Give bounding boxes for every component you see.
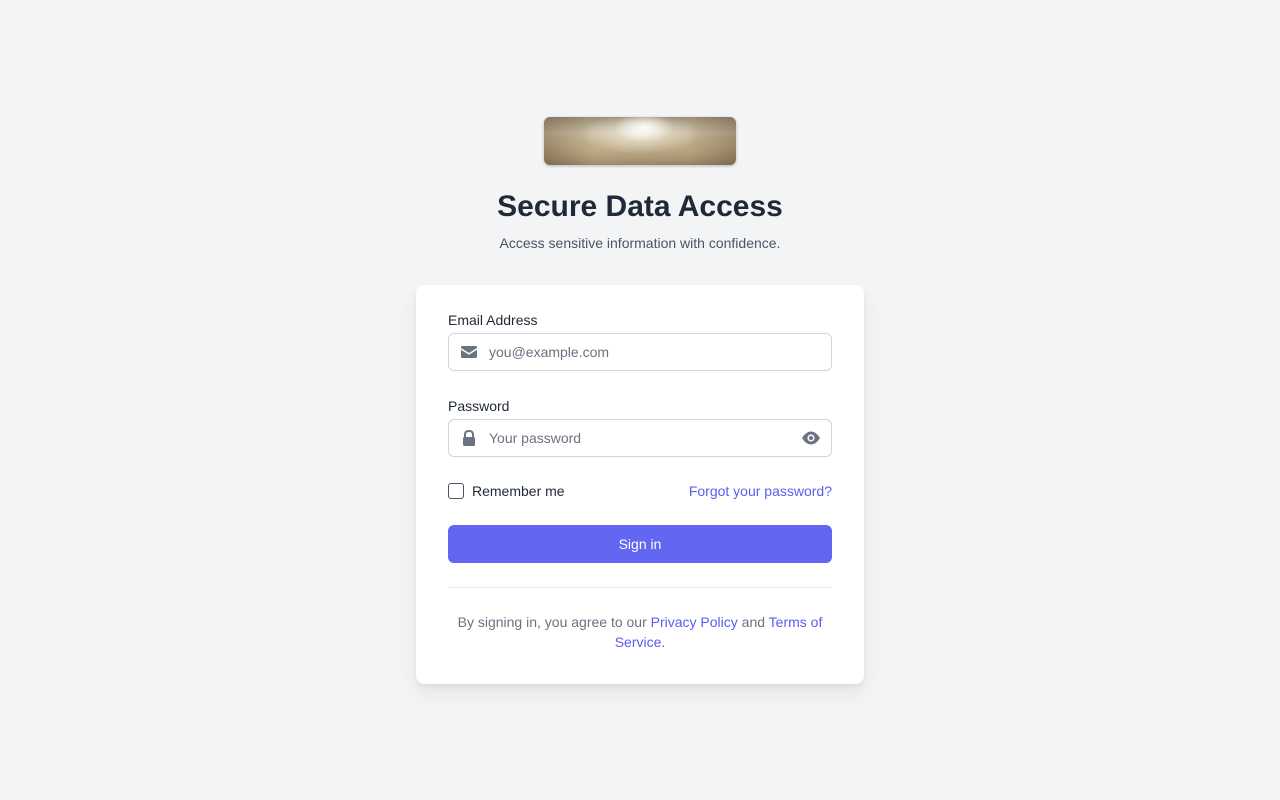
email-field	[448, 333, 832, 371]
lock-icon	[463, 430, 475, 446]
remember-me: Remember me	[448, 482, 565, 500]
header-banner-image	[544, 117, 736, 165]
sign-in-button[interactable]: Sign in	[448, 525, 832, 563]
password-input[interactable]	[489, 420, 789, 456]
email-input[interactable]	[489, 334, 789, 370]
remember-me-checkbox[interactable]	[448, 483, 464, 499]
email-label: Email Address	[448, 312, 538, 328]
password-field	[448, 419, 832, 457]
page-subtitle: Access sensitive information with confid…	[499, 235, 781, 251]
forgot-password-link[interactable]: Forgot your password?	[689, 482, 832, 500]
legal-notice: By signing in, you agree to our Privacy …	[448, 612, 832, 652]
legal-prefix: By signing in, you agree to our	[457, 614, 647, 630]
legal-conjunction: and	[741, 614, 766, 630]
privacy-policy-link[interactable]: Privacy Policy	[651, 614, 738, 630]
envelope-icon	[461, 346, 477, 358]
divider	[448, 587, 832, 588]
login-card: Email Address Password Remember me	[416, 285, 864, 684]
page-title: Secure Data Access	[497, 190, 783, 223]
password-label: Password	[448, 398, 510, 414]
login-page: Secure Data Access Access sensitive info…	[0, 0, 1280, 800]
remember-me-label: Remember me	[472, 483, 565, 499]
eye-icon[interactable]	[801, 430, 821, 446]
